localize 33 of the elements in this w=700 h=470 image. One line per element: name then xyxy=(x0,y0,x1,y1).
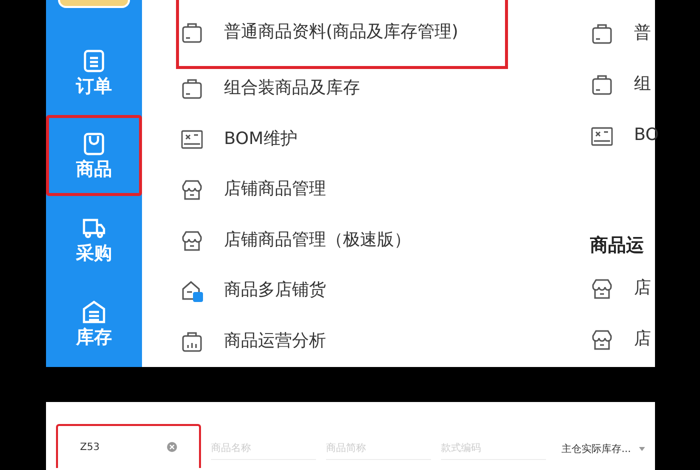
bag-icon xyxy=(81,131,107,158)
menu-item[interactable]: BOM维护 xyxy=(180,114,590,165)
search-field[interactable]: Z53 xyxy=(56,424,201,468)
chart-icon xyxy=(180,330,204,354)
menu-item[interactable]: 商品运营分析 xyxy=(180,316,590,368)
list-icon xyxy=(81,48,107,74)
store-icon xyxy=(590,328,614,352)
store-icon xyxy=(180,279,204,304)
menu-item[interactable]: 店铺商品管理（极速版） xyxy=(180,215,590,266)
menu-item[interactable]: 普 xyxy=(590,8,659,59)
store-icon xyxy=(590,276,614,300)
store-icon xyxy=(180,178,204,202)
menu-item[interactable]: 店 xyxy=(590,263,659,314)
warehouse-icon xyxy=(81,299,107,326)
menu-item[interactable]: 店铺商品管理 xyxy=(180,164,590,216)
menu-item[interactable]: 组 xyxy=(590,59,659,110)
sidebar-label: 采购 xyxy=(76,245,112,264)
store-icon xyxy=(180,228,204,253)
caret-icon xyxy=(639,447,645,451)
bag-icon xyxy=(180,21,204,46)
sidebar-label: 订单 xyxy=(76,78,112,96)
clear-icon[interactable] xyxy=(167,442,177,452)
menu-item[interactable]: 普通商品资料(商品及库存管理) xyxy=(176,0,508,70)
bag-icon xyxy=(590,72,614,96)
sidebar-label: 商品 xyxy=(76,161,112,180)
sidebar-label: 库存 xyxy=(76,329,112,348)
logo-badge xyxy=(58,0,130,8)
dropdown[interactable]: 主仓实际库存... xyxy=(561,438,645,460)
section-heading: 商品运 xyxy=(590,234,644,258)
bag-icon xyxy=(180,76,204,101)
menu-item[interactable]: 商品多店铺货 xyxy=(180,266,590,316)
bag-icon xyxy=(590,22,614,46)
menu-item[interactable]: 店 xyxy=(590,314,659,365)
